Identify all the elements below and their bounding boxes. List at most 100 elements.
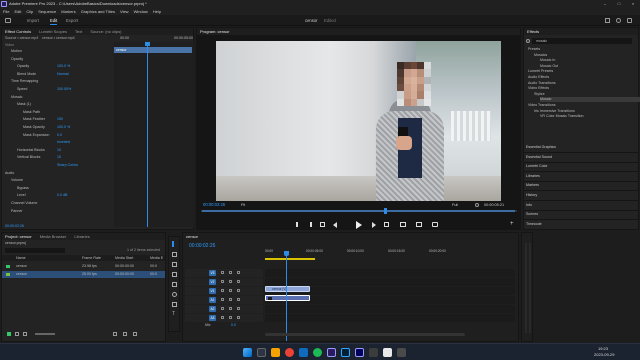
sequence-clip-label[interactable]: censor • censor.mp4 xyxy=(42,36,75,41)
help-icon[interactable] xyxy=(616,18,621,23)
ec-row-label[interactable]: Volume xyxy=(11,178,23,183)
selection-tool-icon[interactable] xyxy=(172,241,177,247)
razor-tool-icon[interactable] xyxy=(172,272,177,277)
track-header[interactable]: A3 xyxy=(185,314,263,322)
ec-row-label[interactable]: Level xyxy=(17,193,26,198)
ec-row-value[interactable]: 0.0 xyxy=(57,133,62,138)
ec-row-label[interactable]: Mask Path xyxy=(23,110,40,115)
track-header[interactable]: V3 xyxy=(185,269,263,277)
effects-tree-item[interactable]: Mosaic Out xyxy=(540,64,558,69)
ec-row-value[interactable]: 10 xyxy=(57,155,61,160)
track-header[interactable]: A1 xyxy=(185,296,263,304)
ec-row-label[interactable]: Opacity xyxy=(11,57,23,62)
ec-keyframe-area[interactable] xyxy=(114,42,194,227)
windows-start-icon[interactable] xyxy=(243,348,252,357)
timeline-tab[interactable]: censor xyxy=(186,233,198,240)
tab-text[interactable]: Text xyxy=(75,28,82,35)
program-video-frame[interactable] xyxy=(216,41,501,201)
ec-row-label[interactable]: Vertical Blocks xyxy=(17,155,40,160)
track-label[interactable]: A1 xyxy=(209,297,216,303)
ec-row-label[interactable]: Mask Expansion xyxy=(23,133,49,138)
minimize-button[interactable]: – xyxy=(598,0,612,8)
timeline-timecode[interactable]: 00:00:02:26 xyxy=(189,244,215,249)
track-header[interactable]: A2 xyxy=(185,305,263,313)
search-taskbar-icon[interactable] xyxy=(257,348,266,357)
fit-dropdown[interactable]: Fit xyxy=(241,202,245,208)
trash-icon[interactable] xyxy=(133,332,137,336)
go-to-in-icon[interactable] xyxy=(320,222,325,227)
panel-section-essential-graphics[interactable]: Essential Graphics xyxy=(526,145,556,150)
pencil-icon[interactable] xyxy=(7,332,11,336)
premiere-taskbar-icon[interactable] xyxy=(327,348,336,357)
panel-section-timecode[interactable]: Timecode xyxy=(526,222,542,227)
effects-tree-item[interactable]: Iris Immersive Transitions xyxy=(534,109,575,114)
track-sync-icon[interactable] xyxy=(229,271,232,274)
effects-tree-item[interactable]: Mosaics xyxy=(534,53,547,58)
ec-row-value[interactable]: 100.0 % xyxy=(57,125,70,130)
ec-row-label[interactable]: Channel Volume xyxy=(11,201,37,206)
ec-row-label[interactable]: Bypass xyxy=(17,186,29,191)
panel-section-history[interactable]: History xyxy=(526,193,537,198)
effects-tree-item[interactable]: Lumetri Presets xyxy=(528,69,553,74)
wrench-icon[interactable] xyxy=(475,203,479,207)
menu-item-sequence[interactable]: Sequence xyxy=(38,8,56,15)
tab-effect-controls[interactable]: Effect Controls xyxy=(5,28,31,35)
ec-row-value[interactable]: 100.0 % xyxy=(57,64,70,69)
track-header[interactable]: V1 xyxy=(185,287,263,295)
effects-tree-item[interactable]: Mosaic xyxy=(540,97,640,103)
ec-row-value[interactable]: Normal xyxy=(57,72,69,77)
file-explorer-icon[interactable] xyxy=(271,348,280,357)
app-icon-9[interactable] xyxy=(369,348,378,357)
label-color-swatch[interactable] xyxy=(6,273,10,276)
type-tool-icon[interactable]: T xyxy=(172,312,177,317)
track-label[interactable]: A2 xyxy=(209,306,216,312)
track-eye-icon[interactable] xyxy=(237,280,240,283)
ec-row-value[interactable]: Sharp Colors xyxy=(57,163,78,168)
timeline-playhead-line[interactable] xyxy=(286,251,287,341)
ec-footer-timecode[interactable]: 00:00:02:26 xyxy=(5,224,24,229)
track-sync-icon[interactable] xyxy=(229,316,232,319)
ec-row-value[interactable]: 100 xyxy=(57,117,63,122)
panel-section-scenes[interactable]: Scenes xyxy=(526,212,538,217)
fullscreen-icon[interactable] xyxy=(627,18,632,23)
menu-item-file[interactable]: File xyxy=(3,8,9,15)
menu-item-view[interactable]: View xyxy=(120,8,129,15)
track-lock-icon[interactable] xyxy=(221,289,224,292)
track-sync-icon[interactable] xyxy=(229,280,232,283)
track-lock-icon[interactable] xyxy=(221,298,224,301)
project-item-row[interactable]: censor 23.98 fps 00:00:00:00 00:0 xyxy=(2,263,165,270)
col-media-end[interactable]: Media E xyxy=(150,255,163,260)
track-lock-icon[interactable] xyxy=(221,280,224,283)
ec-row-label[interactable]: Mask Feather xyxy=(23,117,45,122)
effects-tree-item[interactable]: Audio Effects xyxy=(528,75,549,80)
step-back-icon[interactable] xyxy=(333,222,337,228)
effects-tree-item[interactable]: Stylize xyxy=(534,92,545,97)
timeline-scrollbar[interactable] xyxy=(265,333,465,336)
effects-tree-item[interactable]: Video Transitions xyxy=(528,103,556,108)
effects-tree-item[interactable]: Presets xyxy=(528,47,540,52)
tab-project-censor[interactable]: Project: censor xyxy=(5,233,32,240)
ec-row-label[interactable]: Time Remapping xyxy=(11,79,38,84)
edge-icon[interactable] xyxy=(299,348,308,357)
clip-v1-censor[interactable] xyxy=(265,295,310,301)
effects-search-input[interactable]: mosaic xyxy=(532,38,632,44)
home-icon[interactable] xyxy=(5,18,11,23)
ec-row-value[interactable]: 100.00% xyxy=(57,87,71,92)
track-eye-icon[interactable] xyxy=(237,307,240,310)
ec-row-label[interactable]: Blend Mode xyxy=(17,72,36,77)
project-item-row[interactable]: censor 25.00 fps 00:00:00:00 00:0 xyxy=(2,271,165,278)
effects-tree-item[interactable]: Mosaic In xyxy=(540,58,555,63)
mark-out-icon[interactable] xyxy=(308,222,312,227)
ec-playhead-handle[interactable] xyxy=(145,42,150,46)
track-sync-icon[interactable] xyxy=(229,298,232,301)
effects-tree-item[interactable]: Audio Transitions xyxy=(528,81,556,86)
maximize-button[interactable]: □ xyxy=(612,0,626,8)
slip-tool-icon[interactable] xyxy=(172,282,177,287)
ec-row-label[interactable]: Motion xyxy=(11,49,22,54)
track-eye-icon[interactable] xyxy=(237,271,240,274)
col-name[interactable]: Name xyxy=(16,255,26,260)
track-header[interactable]: V2 xyxy=(185,278,263,286)
icon-view-icon[interactable] xyxy=(23,332,27,336)
program-playhead[interactable] xyxy=(384,208,387,214)
ripple-tool-icon[interactable] xyxy=(172,262,177,267)
